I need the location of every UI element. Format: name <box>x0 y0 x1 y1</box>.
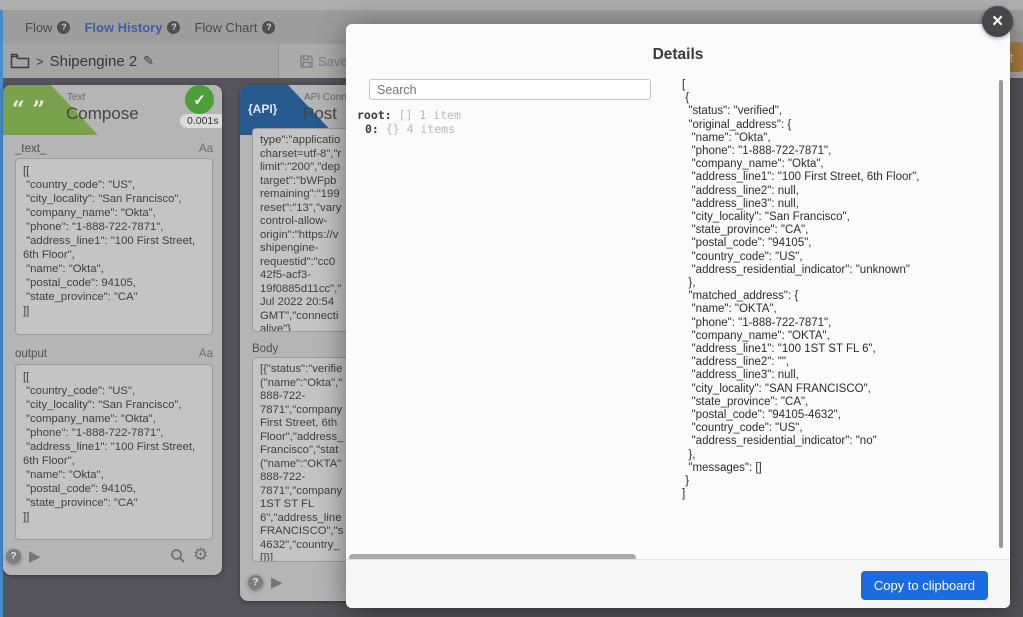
tree-node-root[interactable]: root: [] 1 item <box>357 108 461 122</box>
help-icon[interactable]: ? <box>6 549 21 564</box>
modal-title: Details <box>346 46 1010 64</box>
field-label: output <box>15 348 47 360</box>
tree-node-0[interactable]: 0: {} 4 items <box>357 122 461 136</box>
search-icon[interactable] <box>170 548 186 564</box>
compose-card: “ ” Text Compose ✓ 0.001s _text_ Aa [[ "… <box>3 85 222 575</box>
field-label-row: _text_ Aa <box>15 143 213 155</box>
help-icon[interactable]: ? <box>57 21 70 34</box>
compose-card-type: Text <box>67 92 85 103</box>
json-tree: root: [] 1 item 0: {} 4 items <box>357 108 461 136</box>
modal-footer: Copy to clipboard <box>346 559 1010 608</box>
tab-flow-chart-label: Flow Chart <box>194 20 257 35</box>
app-screen: Flow ? Flow History ? Flow Chart ? > Shi… <box>0 0 1023 617</box>
save-button[interactable]: Save <box>300 44 348 78</box>
field-label-row: output Aa <box>15 348 213 360</box>
text-field-value[interactable]: [[ "country_code": "US", "city_locality"… <box>15 158 213 335</box>
tab-flow-history-label: Flow History <box>84 20 162 35</box>
help-icon[interactable]: ? <box>167 21 180 34</box>
compose-card-title: Compose <box>66 104 139 124</box>
vertical-scrollbar[interactable] <box>999 80 1003 548</box>
api-connector-icon: {API} <box>248 102 277 116</box>
copy-to-clipboard-button[interactable]: Copy to clipboard <box>861 571 988 600</box>
breadcrumb: > Shipengine 2 ✎ <box>10 44 154 78</box>
field-label: _text_ <box>15 143 46 155</box>
test-play-icon[interactable]: ▶ <box>271 573 283 591</box>
search-input[interactable] <box>369 79 651 100</box>
tree-node-key: 0: <box>365 122 379 136</box>
output-field-value[interactable]: [[ "country_code": "US", "city_locality"… <box>15 364 213 540</box>
gear-icon[interactable]: ⚙ <box>193 545 208 565</box>
tab-flow-chart[interactable]: Flow Chart ? <box>194 20 275 35</box>
text-type-indicator: Aa <box>199 143 213 155</box>
tab-flow-history[interactable]: Flow History ? <box>84 20 180 35</box>
tree-node-meta: [] 1 item <box>399 108 461 122</box>
edit-pencil-icon[interactable]: ✎ <box>143 53 154 69</box>
details-modal: Details root: [] 1 item 0: {} 4 items [ … <box>346 24 1010 608</box>
execution-time-badge: 0.001s <box>180 114 222 128</box>
success-check-icon: ✓ <box>185 85 214 114</box>
close-icon[interactable]: × <box>982 6 1013 37</box>
tab-flow[interactable]: Flow ? <box>25 20 70 35</box>
tree-node-key: root: <box>357 108 392 122</box>
flow-name[interactable]: Shipengine 2 <box>50 53 138 70</box>
test-play-icon[interactable]: ▶ <box>29 547 41 565</box>
folder-icon[interactable] <box>10 53 30 69</box>
field-label: Body <box>252 343 278 355</box>
save-icon <box>300 55 313 68</box>
help-icon[interactable]: ? <box>262 21 275 34</box>
tree-node-meta: {} 4 items <box>386 122 455 136</box>
json-detail-view: [ { "status": "verified", "original_addr… <box>682 79 992 502</box>
text-type-indicator: Aa <box>199 348 213 360</box>
text-quotes-icon: “ ” <box>12 97 45 123</box>
breadcrumb-chevron: > <box>36 54 44 69</box>
tab-flow-label: Flow <box>25 20 52 35</box>
post-card-title: Post <box>303 104 337 124</box>
help-icon[interactable]: ? <box>248 575 263 590</box>
top-strip <box>0 0 1023 10</box>
save-label: Save <box>318 54 348 69</box>
